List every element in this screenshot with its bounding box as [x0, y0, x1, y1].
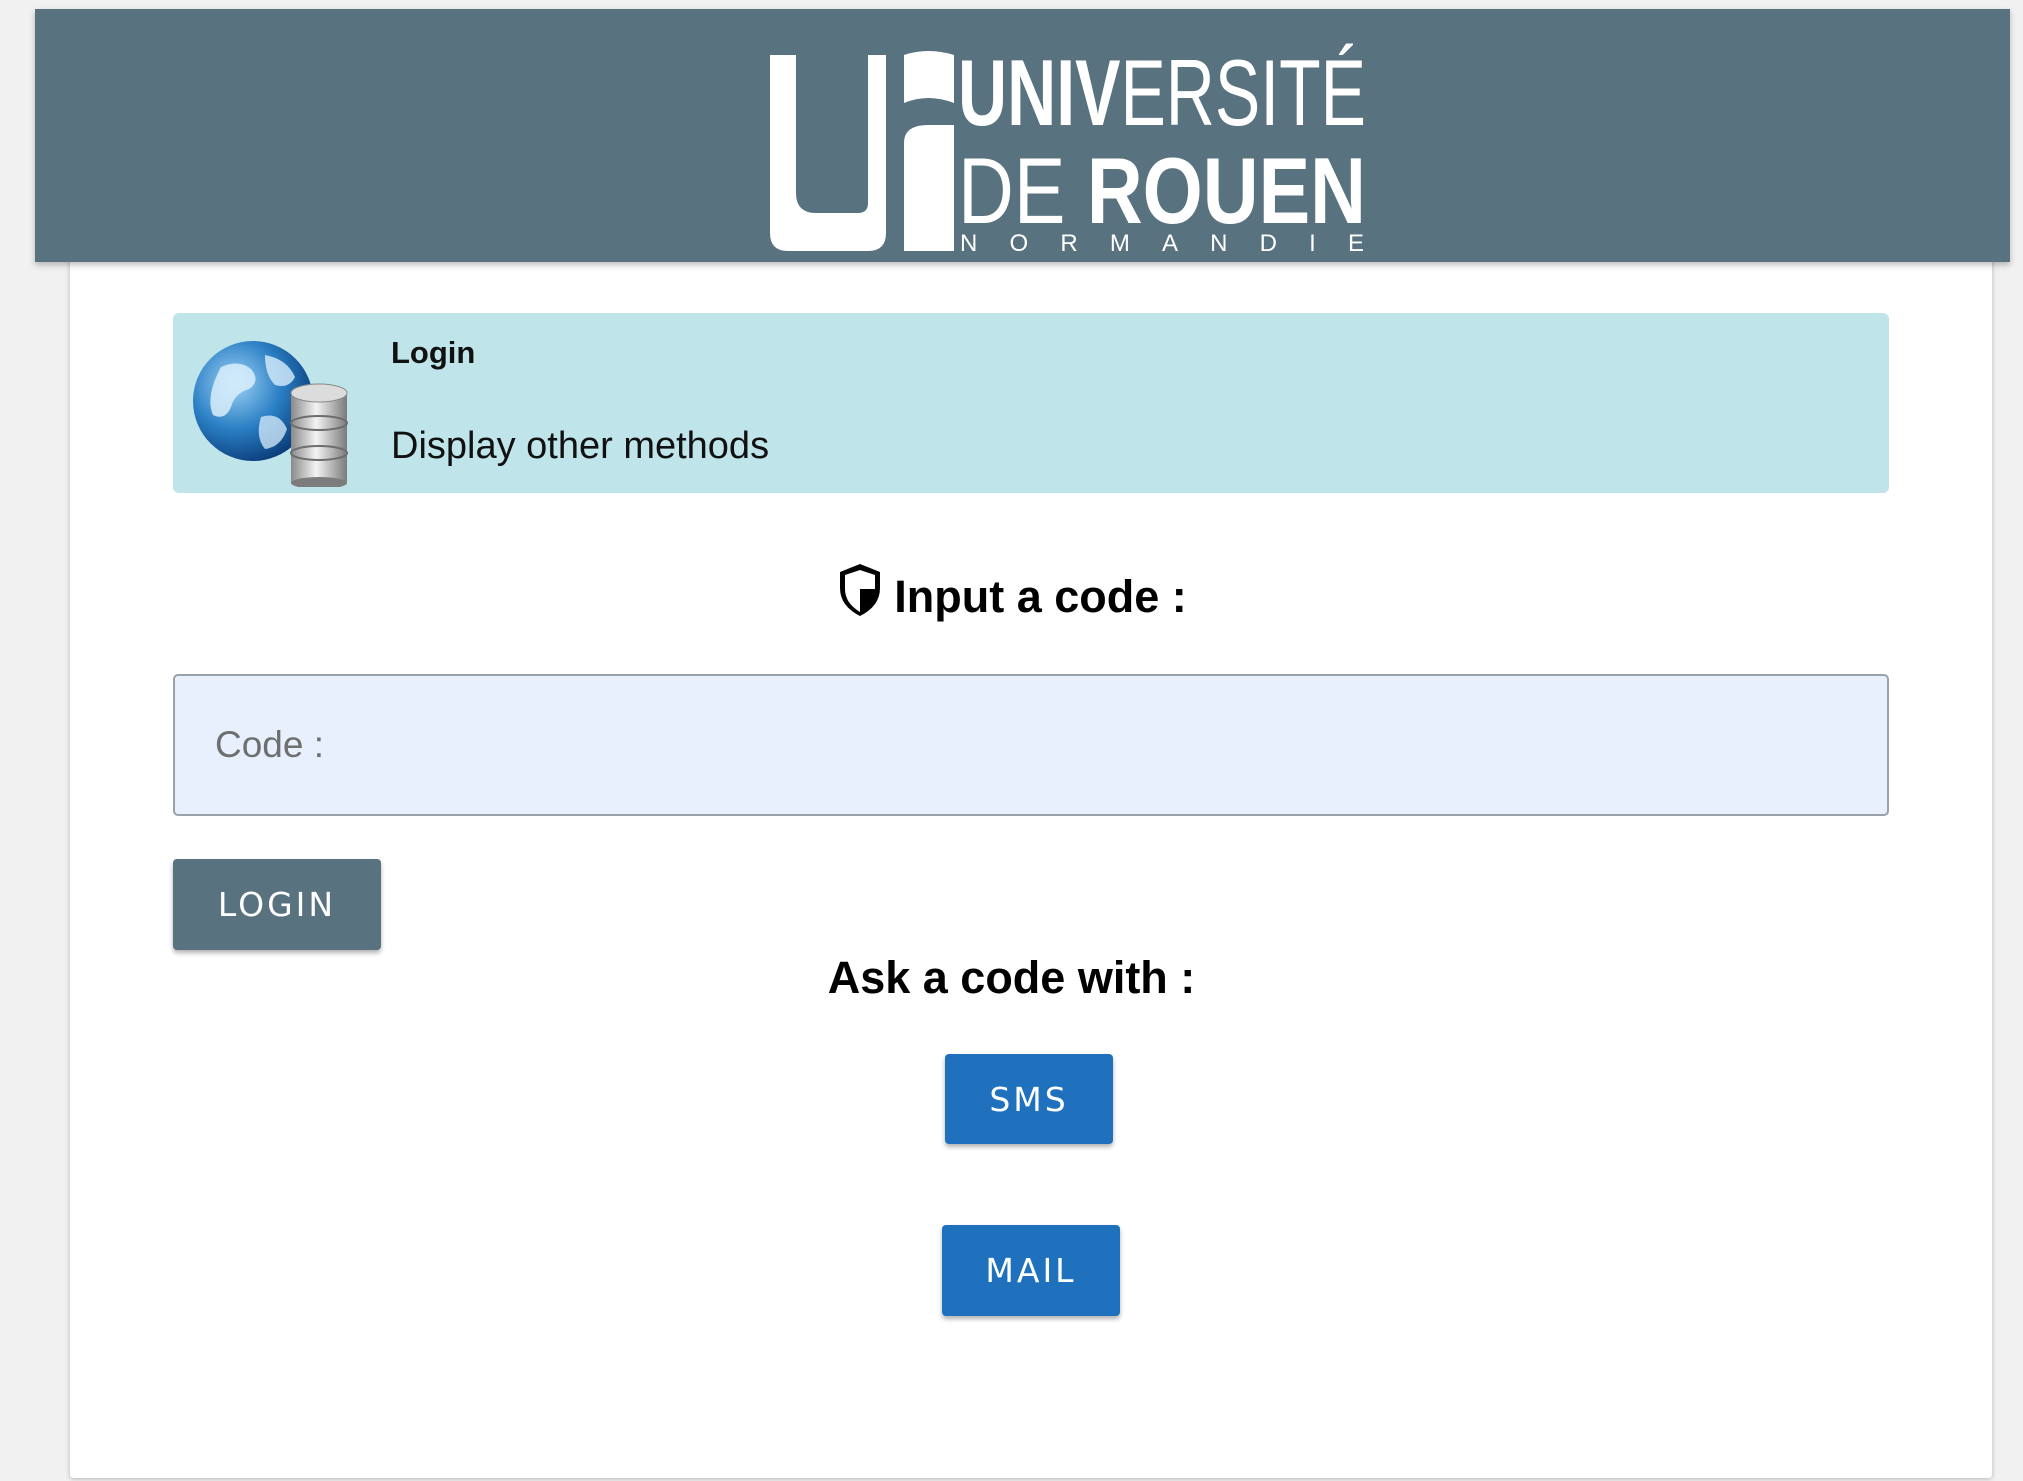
logo-line2-bold: ROUEN — [1087, 138, 1366, 243]
mail-button[interactable]: MAIL — [942, 1225, 1120, 1316]
logo-line1-bold: UNIV — [958, 40, 1121, 145]
sms-button[interactable]: SMS — [945, 1054, 1113, 1144]
logo-line1-light: ERSITÉ — [1120, 40, 1366, 145]
globe-database-icon — [193, 341, 348, 487]
svg-text:UNIVERSITÉ: UNIVERSITÉ — [958, 40, 1366, 145]
shield-icon — [840, 564, 881, 616]
svg-text:DE ROUEN: DE ROUEN — [958, 138, 1366, 243]
code-input[interactable] — [173, 674, 1889, 816]
university-logo: UNIVERSITÉ DE ROUEN NORMANDIE — [770, 40, 1366, 253]
logo-line2-light: DE — [958, 138, 1087, 243]
info-title: Login — [391, 335, 476, 370]
login-info-box: Login Display other methods — [173, 313, 1889, 493]
input-code-heading-text: Input a code : — [894, 571, 1187, 622]
input-code-heading: Input a code : — [0, 562, 2023, 623]
display-other-methods-link[interactable]: Display other methods — [391, 425, 769, 468]
page-header: UNIVERSITÉ DE ROUEN NORMANDIE — [35, 9, 2010, 262]
ask-code-heading: Ask a code with : — [827, 952, 1196, 1003]
login-button[interactable]: LOGIN — [173, 859, 381, 950]
